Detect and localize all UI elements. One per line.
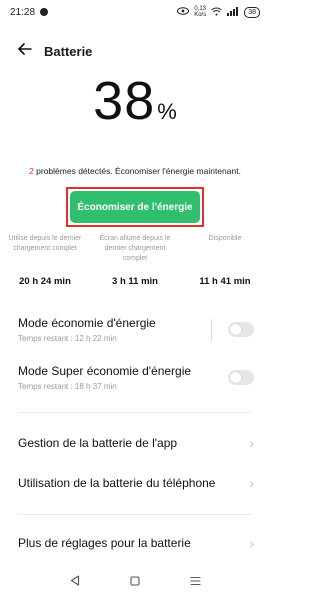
save-energy-button[interactable]: Économiser de l'énergie — [70, 191, 200, 223]
triangle-back-icon — [70, 573, 80, 591]
battery-level-unit: % — [157, 99, 177, 124]
network-speed-unit: Ko/s — [194, 12, 207, 18]
super-power-saving-mode-title: Mode Super économie d'énergie — [18, 364, 192, 378]
stat-value: 3 h 11 min — [112, 276, 158, 287]
status-time: 21:28 — [10, 6, 36, 18]
status-icons: 0,13 Ko/s 38 — [177, 6, 260, 18]
stat-used-since-charge: Utilisé depuis le dernier chargement com… — [0, 234, 90, 287]
phone-battery-usage-row[interactable]: Utilisation de la batterie du téléphone … — [18, 474, 254, 492]
network-speed: 0,13 Ko/s — [194, 6, 206, 18]
super-power-saving-mode-toggle[interactable] — [228, 370, 254, 385]
app-header: Batterie — [0, 40, 270, 62]
power-saving-mode-toggle[interactable] — [228, 322, 254, 337]
app-battery-management-row[interactable]: Gestion de la batterie de l'app › — [18, 434, 254, 452]
battery-level-display: 38% — [0, 70, 270, 132]
section-divider — [18, 514, 252, 515]
stat-label: Utilisé depuis le dernier chargement com… — [8, 235, 82, 252]
power-saving-mode-title: Mode économie d'énergie — [18, 316, 156, 330]
battery-status-icon: 38 — [244, 6, 260, 18]
wifi-icon — [211, 7, 223, 18]
issues-message: 2 problèmes détectés. Économiser l'énerg… — [20, 166, 250, 177]
power-saving-mode-row[interactable]: Mode économie d'énergie Temps restant : … — [18, 316, 254, 343]
square-home-icon — [130, 573, 140, 591]
stat-value: 11 h 41 min — [199, 276, 251, 287]
nav-home-button[interactable] — [128, 575, 142, 589]
stat-available: Disponible 11 h 41 min — [180, 234, 270, 287]
eye-icon — [177, 7, 190, 17]
chevron-right-icon: › — [249, 475, 254, 491]
app-battery-management-label: Gestion de la batterie de l'app — [18, 435, 178, 450]
nav-back-button[interactable] — [68, 575, 82, 589]
notification-icon — [40, 8, 49, 16]
stat-label: Écran allumé depuis le dernier chargemen… — [99, 235, 171, 262]
back-button[interactable] — [10, 40, 40, 62]
chevron-right-icon: › — [249, 435, 254, 451]
more-battery-settings-label: Plus de réglages pour la batterie — [18, 535, 191, 550]
phone-battery-usage-label: Utilisation de la batterie du téléphone — [18, 475, 216, 490]
stat-value: 20 h 24 min — [19, 276, 71, 287]
super-power-saving-mode-row[interactable]: Mode Super économie d'énergie Temps rest… — [18, 364, 254, 391]
chevron-right-icon: › — [249, 535, 254, 551]
system-nav-bar — [0, 572, 270, 592]
arrow-left-icon — [18, 42, 32, 60]
status-bar: 21:28 0,13 Ko/s 38 — [0, 0, 270, 24]
save-energy-highlight: Économiser de l'énergie — [66, 187, 204, 227]
stat-screen-on: Écran allumé depuis le dernier chargemen… — [90, 234, 180, 287]
more-battery-settings-row[interactable]: Plus de réglages pour la batterie › — [18, 534, 254, 552]
section-divider — [18, 412, 252, 413]
lines-menu-icon — [189, 573, 201, 591]
stat-label: Disponible — [208, 235, 242, 242]
signal-icon — [227, 6, 239, 18]
super-power-saving-mode-remaining: Temps restant : 18 h 37 min — [18, 382, 117, 391]
battery-level-value: 38 — [93, 71, 156, 131]
page-title: Batterie — [44, 43, 93, 59]
usage-stats: Utilisé depuis le dernier chargement com… — [0, 234, 270, 287]
divider — [211, 318, 212, 341]
issues-text: problèmes détectés. Économiser l'énergie… — [33, 166, 241, 176]
power-saving-mode-remaining: Temps restant : 12 h 22 min — [18, 334, 117, 343]
nav-menu-button[interactable] — [188, 575, 202, 589]
